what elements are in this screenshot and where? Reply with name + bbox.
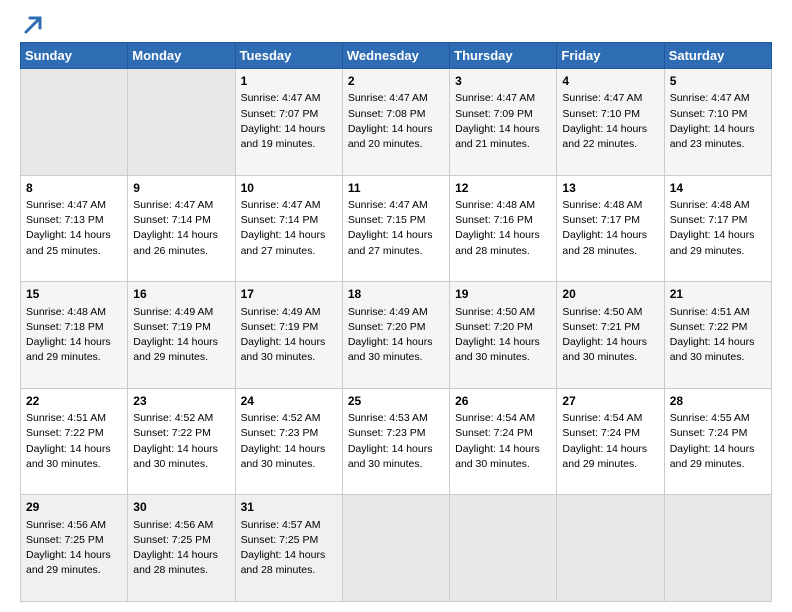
day-number: 28 bbox=[670, 393, 766, 410]
calendar-day-21: 21Sunrise: 4:51 AMSunset: 7:22 PMDayligh… bbox=[664, 282, 771, 389]
calendar-day-29: 29Sunrise: 4:56 AMSunset: 7:25 PMDayligh… bbox=[21, 495, 128, 602]
calendar-day-23: 23Sunrise: 4:52 AMSunset: 7:22 PMDayligh… bbox=[128, 388, 235, 495]
calendar-day-11: 11Sunrise: 4:47 AMSunset: 7:15 PMDayligh… bbox=[342, 175, 449, 282]
calendar-header-monday: Monday bbox=[128, 43, 235, 69]
day-number: 18 bbox=[348, 286, 444, 303]
page: SundayMondayTuesdayWednesdayThursdayFrid… bbox=[0, 0, 792, 612]
calendar-day-16: 16Sunrise: 4:49 AMSunset: 7:19 PMDayligh… bbox=[128, 282, 235, 389]
day-number: 24 bbox=[241, 393, 337, 410]
day-number: 10 bbox=[241, 180, 337, 197]
day-number: 21 bbox=[670, 286, 766, 303]
calendar-day-24: 24Sunrise: 4:52 AMSunset: 7:23 PMDayligh… bbox=[235, 388, 342, 495]
calendar-week-4: 22Sunrise: 4:51 AMSunset: 7:22 PMDayligh… bbox=[21, 388, 772, 495]
calendar-day-13: 13Sunrise: 4:48 AMSunset: 7:17 PMDayligh… bbox=[557, 175, 664, 282]
empty-cell bbox=[450, 495, 557, 602]
calendar-header-sunday: Sunday bbox=[21, 43, 128, 69]
calendar-day-9: 9Sunrise: 4:47 AMSunset: 7:14 PMDaylight… bbox=[128, 175, 235, 282]
day-number: 4 bbox=[562, 73, 658, 90]
day-number: 13 bbox=[562, 180, 658, 197]
calendar-day-14: 14Sunrise: 4:48 AMSunset: 7:17 PMDayligh… bbox=[664, 175, 771, 282]
calendar-day-19: 19Sunrise: 4:50 AMSunset: 7:20 PMDayligh… bbox=[450, 282, 557, 389]
day-number: 23 bbox=[133, 393, 229, 410]
day-number: 15 bbox=[26, 286, 122, 303]
empty-cell bbox=[557, 495, 664, 602]
day-number: 31 bbox=[241, 499, 337, 516]
calendar-day-31: 31Sunrise: 4:57 AMSunset: 7:25 PMDayligh… bbox=[235, 495, 342, 602]
day-number: 25 bbox=[348, 393, 444, 410]
calendar-header-wednesday: Wednesday bbox=[342, 43, 449, 69]
calendar-day-26: 26Sunrise: 4:54 AMSunset: 7:24 PMDayligh… bbox=[450, 388, 557, 495]
calendar-day-15: 15Sunrise: 4:48 AMSunset: 7:18 PMDayligh… bbox=[21, 282, 128, 389]
day-number: 11 bbox=[348, 180, 444, 197]
calendar-week-3: 15Sunrise: 4:48 AMSunset: 7:18 PMDayligh… bbox=[21, 282, 772, 389]
calendar-day-4: 4Sunrise: 4:47 AMSunset: 7:10 PMDaylight… bbox=[557, 69, 664, 176]
calendar-week-2: 8Sunrise: 4:47 AMSunset: 7:13 PMDaylight… bbox=[21, 175, 772, 282]
calendar-day-20: 20Sunrise: 4:50 AMSunset: 7:21 PMDayligh… bbox=[557, 282, 664, 389]
day-number: 14 bbox=[670, 180, 766, 197]
calendar-day-28: 28Sunrise: 4:55 AMSunset: 7:24 PMDayligh… bbox=[664, 388, 771, 495]
calendar-week-1: 1Sunrise: 4:47 AMSunset: 7:07 PMDaylight… bbox=[21, 69, 772, 176]
day-number: 9 bbox=[133, 180, 229, 197]
calendar-day-5: 5Sunrise: 4:47 AMSunset: 7:10 PMDaylight… bbox=[664, 69, 771, 176]
calendar-header-row: SundayMondayTuesdayWednesdayThursdayFrid… bbox=[21, 43, 772, 69]
day-number: 30 bbox=[133, 499, 229, 516]
empty-cell bbox=[342, 495, 449, 602]
calendar-week-5: 29Sunrise: 4:56 AMSunset: 7:25 PMDayligh… bbox=[21, 495, 772, 602]
day-number: 29 bbox=[26, 499, 122, 516]
day-number: 5 bbox=[670, 73, 766, 90]
day-number: 26 bbox=[455, 393, 551, 410]
calendar-header-thursday: Thursday bbox=[450, 43, 557, 69]
calendar-day-8: 8Sunrise: 4:47 AMSunset: 7:13 PMDaylight… bbox=[21, 175, 128, 282]
calendar-day-22: 22Sunrise: 4:51 AMSunset: 7:22 PMDayligh… bbox=[21, 388, 128, 495]
calendar-table: SundayMondayTuesdayWednesdayThursdayFrid… bbox=[20, 42, 772, 602]
calendar-header-friday: Friday bbox=[557, 43, 664, 69]
day-number: 27 bbox=[562, 393, 658, 410]
calendar-day-30: 30Sunrise: 4:56 AMSunset: 7:25 PMDayligh… bbox=[128, 495, 235, 602]
day-number: 20 bbox=[562, 286, 658, 303]
header bbox=[20, 16, 772, 36]
calendar-header-saturday: Saturday bbox=[664, 43, 771, 69]
day-number: 19 bbox=[455, 286, 551, 303]
day-number: 3 bbox=[455, 73, 551, 90]
calendar-day-27: 27Sunrise: 4:54 AMSunset: 7:24 PMDayligh… bbox=[557, 388, 664, 495]
day-number: 12 bbox=[455, 180, 551, 197]
day-number: 2 bbox=[348, 73, 444, 90]
calendar-day-3: 3Sunrise: 4:47 AMSunset: 7:09 PMDaylight… bbox=[450, 69, 557, 176]
empty-cell bbox=[664, 495, 771, 602]
day-number: 8 bbox=[26, 180, 122, 197]
calendar-day-1: 1Sunrise: 4:47 AMSunset: 7:07 PMDaylight… bbox=[235, 69, 342, 176]
logo bbox=[20, 16, 44, 36]
empty-cell bbox=[21, 69, 128, 176]
day-number: 17 bbox=[241, 286, 337, 303]
calendar-day-18: 18Sunrise: 4:49 AMSunset: 7:20 PMDayligh… bbox=[342, 282, 449, 389]
day-number: 1 bbox=[241, 73, 337, 90]
calendar-day-12: 12Sunrise: 4:48 AMSunset: 7:16 PMDayligh… bbox=[450, 175, 557, 282]
calendar-day-10: 10Sunrise: 4:47 AMSunset: 7:14 PMDayligh… bbox=[235, 175, 342, 282]
calendar-day-2: 2Sunrise: 4:47 AMSunset: 7:08 PMDaylight… bbox=[342, 69, 449, 176]
day-number: 22 bbox=[26, 393, 122, 410]
logo-icon bbox=[22, 14, 44, 36]
day-number: 16 bbox=[133, 286, 229, 303]
calendar-day-25: 25Sunrise: 4:53 AMSunset: 7:23 PMDayligh… bbox=[342, 388, 449, 495]
calendar-day-17: 17Sunrise: 4:49 AMSunset: 7:19 PMDayligh… bbox=[235, 282, 342, 389]
empty-cell bbox=[128, 69, 235, 176]
calendar-header-tuesday: Tuesday bbox=[235, 43, 342, 69]
